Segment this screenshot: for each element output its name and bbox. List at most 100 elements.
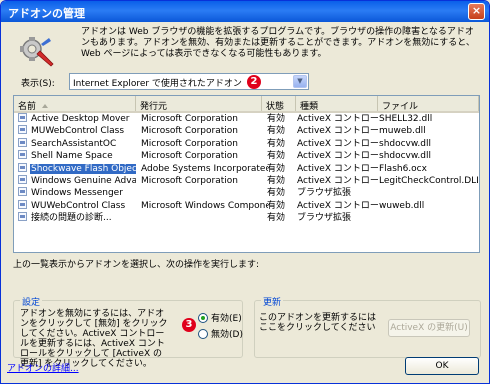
column-header-file[interactable]: ファイル [378,96,479,112]
cell-type: ブラウザ拡張 [297,213,352,224]
enable-radio-label: 有効(E) [211,314,242,324]
table-row[interactable]: SearchAssistantOC Microsoft Corporation 有効… [14,137,479,150]
cell-name: Shell Name Space [18,150,136,162]
table-row[interactable]: Active Desktop Mover Microsoft Corporatio… [14,113,479,125]
cell-name: Active Desktop Mover [18,113,136,125]
addon-icon [18,162,27,172]
callout-badge-3: 3 [182,318,196,332]
cell-type: ActiveX コントロール [297,175,379,186]
addon-icon [18,199,27,209]
addon-gear-icon [20,37,54,67]
cell-status: 有効 [267,188,286,199]
disable-radio[interactable]: 無効(D) [198,327,243,340]
addon-icon [18,125,27,135]
table-row[interactable]: Windows Messenger 有効 ブラウザ拡張 [14,187,479,199]
cell-name: Windows Genuine Advant... [18,174,136,187]
action-instruction: 上の一覧表示からアドオンを選択し、次の操作を実行します: [13,260,260,270]
addon-icon [18,137,27,147]
title-bar: アドオンの管理 × [1,1,489,22]
table-row[interactable]: 接続の問題の診断... 有効 ブラウザ拡張 [14,212,479,224]
settings-legend: 設定 [20,295,43,308]
cell-type: ActiveX コントロール [297,138,379,149]
table-row[interactable]: Shockwave Flash Object Adobe Systems Inco… [14,162,479,175]
close-button[interactable]: × [468,3,485,20]
cell-type: ActiveX コントロール [297,126,379,137]
cell-file: wuweb.dll [379,200,425,211]
column-header-publisher[interactable]: 発行元 [136,96,262,112]
cell-status: 有効 [267,163,286,174]
column-header-type[interactable]: 種類 [296,96,378,112]
cell-file: shdocvw.dll [379,151,431,162]
update-description: このアドオンを更新するにはここをクリックしてください [259,313,377,333]
cell-file [378,212,478,224]
cell-type: ブラウザ拡張 [297,188,352,199]
cell-type: ActiveX コントロール [297,114,379,124]
chevron-down-icon[interactable]: ▼ [293,75,307,88]
enable-radio[interactable]: 有効(E) [198,311,242,324]
addon-icon [18,174,27,184]
cell-type: ActiveX コントロール [297,163,379,174]
callout-badge-2: 2 [247,75,261,89]
cell-publisher: Microsoft Corporation [141,138,238,149]
table-row[interactable]: Windows Genuine Advant... Microsoft Corpo… [14,174,479,187]
activex-update-button[interactable]: ActiveX の更新(U) [388,319,470,337]
settings-description: アドオンを無効にするには、アドオンをクリックして [無効] をクリックしてくださ… [20,309,168,369]
cell-publisher: Microsoft Windows Compone... [141,200,268,211]
radio-unselected-icon [198,329,208,339]
cell-file: LegitCheckControl.DLL [379,175,478,186]
cell-name: SearchAssistantOC [18,137,136,150]
table-row[interactable]: Shell Name Space Microsoft Corporation 有効 A… [14,150,479,162]
cell-file: shdocvw.dll [379,138,431,149]
cell-status: 有効 [267,114,286,124]
cell-name: Windows Messenger [18,187,136,199]
cell-publisher [140,212,268,224]
cell-file [378,187,478,199]
radio-selected-icon [198,313,208,323]
cell-status: 有効 [267,213,286,224]
addon-details-link[interactable]: アドオンの詳細... [7,361,79,374]
cell-file: Flash6.ocx [379,163,427,174]
addon-list-header: 名前 発行元 状態 種類 ファイル [14,96,479,113]
disable-radio-label: 無効(D) [211,330,243,340]
cell-status: 有効 [267,138,286,149]
ok-button[interactable]: OK [405,357,479,375]
cell-status: 有効 [267,200,286,211]
cell-status: 有効 [267,175,286,186]
sort-ascending-icon [42,104,49,108]
cell-file: SHELL32.dll [379,114,433,124]
cell-publisher [140,187,268,199]
addon-icon [18,187,27,197]
show-filter-value: Internet Explorer で使用されたアドオン [73,79,242,89]
cell-name: MUWebControl Class [18,125,136,137]
column-header-status[interactable]: 状態 [262,96,296,112]
addon-icon [18,113,27,122]
cell-status: 有効 [267,151,286,162]
update-group: 更新 このアドオンを更新するにはここをクリックしてください ActiveX の更… [254,295,481,358]
table-row[interactable]: WUWebControl Class Microsoft Windows Comp… [14,199,479,212]
addon-list[interactable]: 名前 発行元 状態 種類 ファイル Active Desktop Mover Mi… [13,95,480,253]
intro-description: アドオンは Web ブラウザの機能を拡張するプログラムです。ブラウザの操作の障害… [81,27,475,59]
update-legend: 更新 [261,295,284,308]
cell-type: ActiveX コントロール [297,200,379,211]
cell-file: muweb.dll [379,126,426,137]
cell-status: 有効 [267,126,286,137]
cell-publisher: Microsoft Corporation [141,114,238,124]
window-title: アドオンの管理 [8,7,85,20]
addon-manager-window: アドオンの管理 × アドオンは Web ブラウザの機能を拡張するプログラムです。… [0,0,490,384]
show-filter-label: 表示(S): [21,79,55,89]
show-filter-select[interactable]: Internet Explorer で使用されたアドオン ▼ [69,73,309,90]
addon-list-body: Active Desktop Mover Microsoft Corporatio… [14,113,479,225]
cell-publisher: Microsoft Corporation [141,126,238,137]
cell-name: Shockwave Flash Object [18,162,136,175]
cell-publisher: Microsoft Corporation [141,175,238,186]
table-row[interactable]: MUWebControl Class Microsoft Corporation 有… [14,125,479,137]
settings-group: 設定 アドオンを無効にするには、アドオンをクリックして [無効] をクリックして… [13,295,243,369]
addon-icon [18,150,27,160]
cell-publisher: Adobe Systems Incorporated [141,163,268,174]
addon-icon [18,212,27,222]
cell-name: 接続の問題の診断... [18,212,136,224]
cell-publisher: Microsoft Corporation [141,151,238,162]
column-header-name[interactable]: 名前 [14,96,136,112]
cell-name: WUWebControl Class [18,199,136,212]
cell-type: ActiveX コントロール [297,151,379,162]
